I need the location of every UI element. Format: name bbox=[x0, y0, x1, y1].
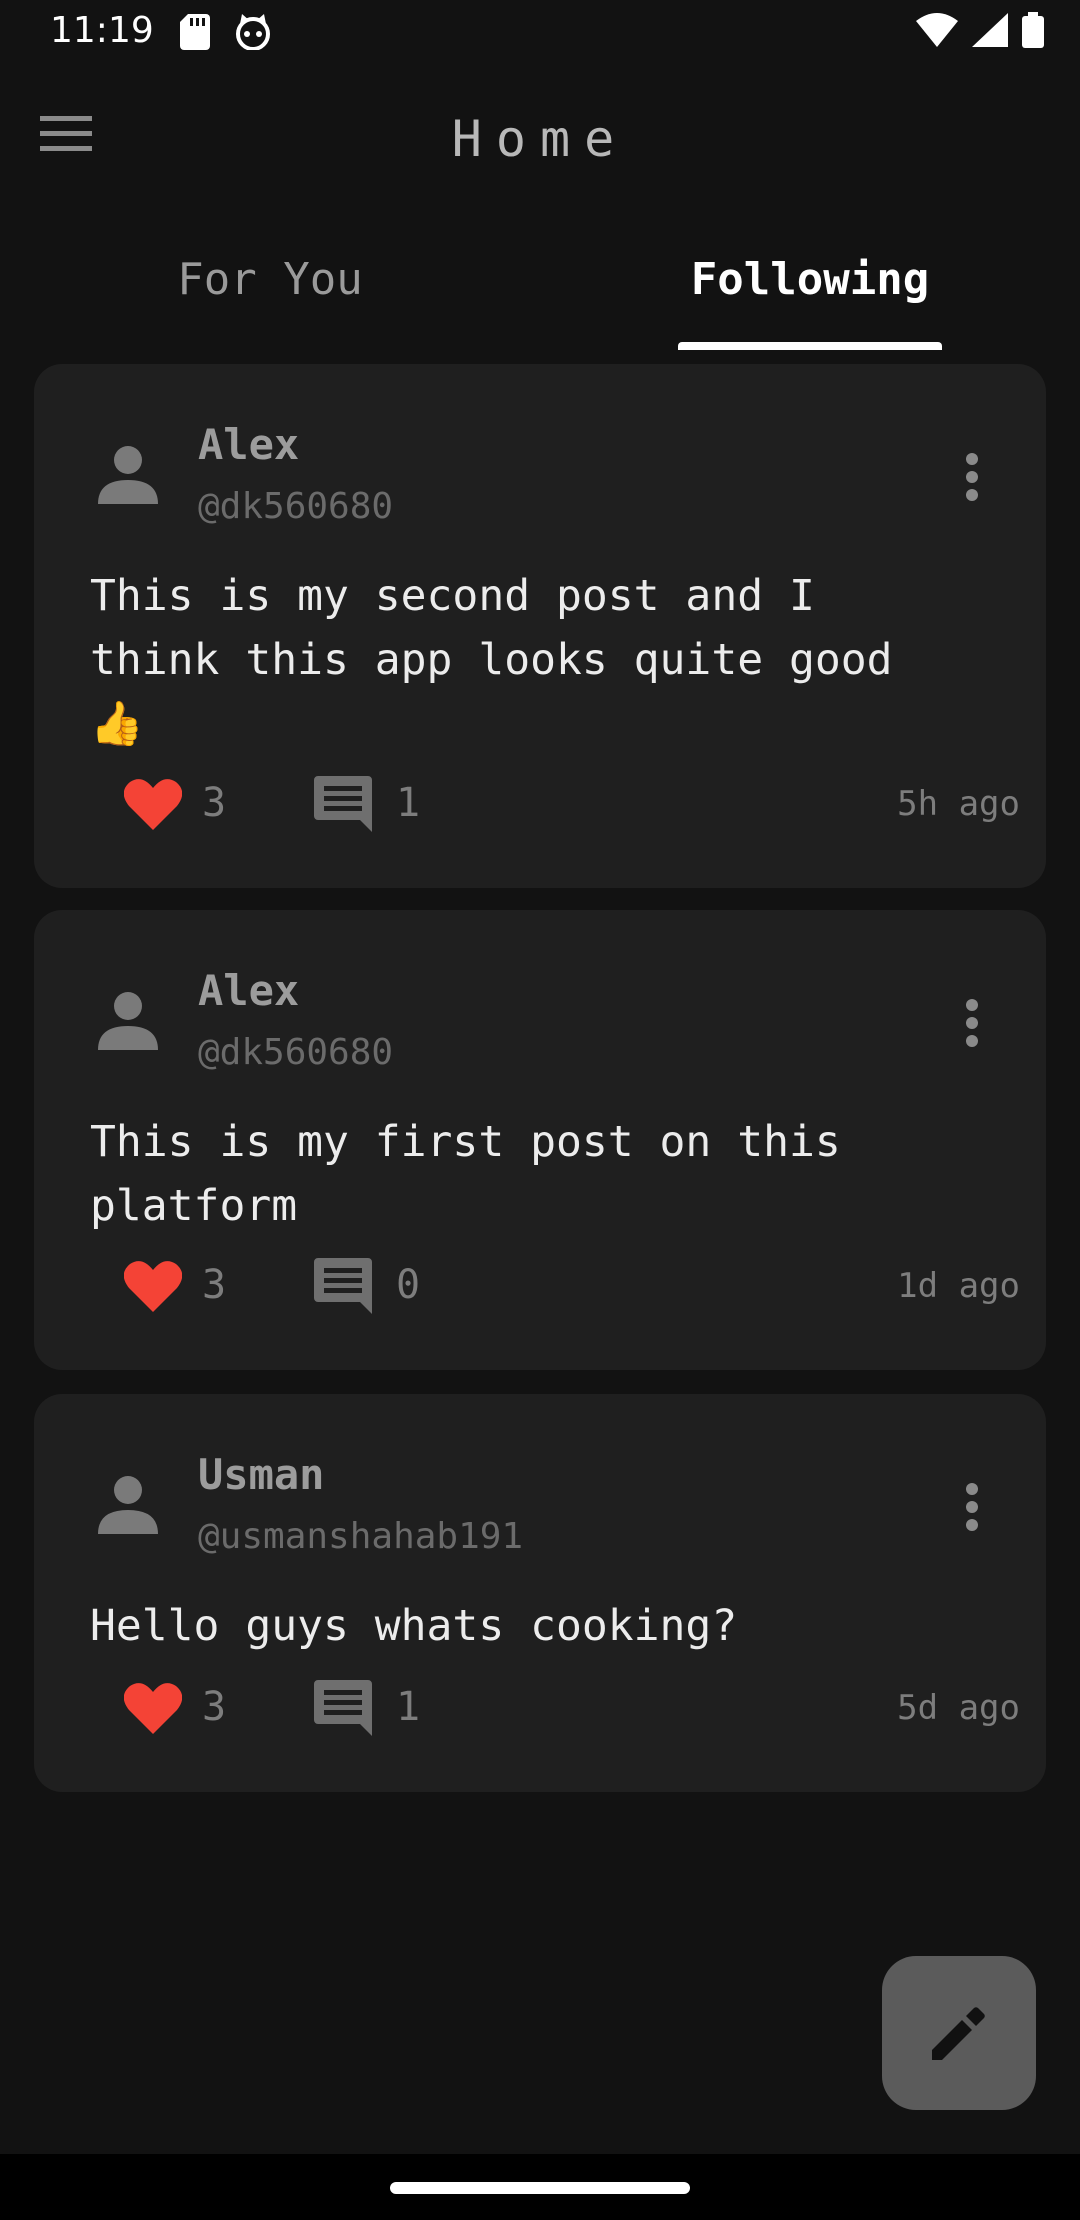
post-card[interactable]: Usman @usmanshahab191 Hello guys whats c… bbox=[34, 1394, 1046, 1792]
comment-icon[interactable] bbox=[314, 1678, 372, 1736]
author-name[interactable]: Alex bbox=[198, 420, 299, 469]
compose-post-button[interactable] bbox=[882, 1956, 1036, 2110]
more-vert-icon bbox=[962, 1483, 982, 1536]
post-text: Hello guys whats cooking? bbox=[90, 1601, 738, 1651]
more-options-button[interactable] bbox=[962, 452, 982, 502]
post-time: 5h ago bbox=[897, 784, 1020, 824]
heart-icon[interactable] bbox=[123, 1682, 183, 1734]
avatar-icon bbox=[96, 442, 160, 506]
pencil-icon bbox=[932, 2007, 985, 2060]
wifi-icon bbox=[916, 13, 958, 51]
tab-indicator bbox=[678, 342, 942, 350]
author-handle: @usmanshahab191 bbox=[198, 1516, 524, 1557]
post-card[interactable]: Alex @dk560680 This is my second post an… bbox=[34, 364, 1046, 888]
author-name[interactable]: Usman bbox=[198, 1450, 324, 1499]
battery-icon bbox=[1022, 12, 1044, 52]
more-options-button[interactable] bbox=[962, 998, 982, 1048]
page-title: Home bbox=[451, 110, 629, 168]
screen: 11:19 Home For You Following Alex @dk560… bbox=[0, 0, 1080, 2220]
cat-face-icon bbox=[234, 14, 272, 54]
tab-bar: For You Following bbox=[0, 232, 1080, 352]
post-actions: 3 1 5h ago bbox=[90, 768, 1020, 838]
signal-icon bbox=[972, 13, 1008, 51]
comment-icon[interactable] bbox=[314, 1256, 372, 1314]
comment-count: 1 bbox=[396, 1684, 421, 1730]
app-bar: Home bbox=[0, 66, 1080, 216]
comment-count: 1 bbox=[396, 780, 421, 826]
status-bar: 11:19 bbox=[0, 0, 1080, 66]
author-handle: @dk560680 bbox=[198, 1032, 394, 1073]
sd-card-icon bbox=[180, 14, 210, 54]
post-actions: 3 1 5d ago bbox=[90, 1672, 1020, 1742]
status-time: 11:19 bbox=[50, 10, 154, 51]
system-nav-bar bbox=[0, 2154, 1080, 2220]
comment-count: 0 bbox=[396, 1262, 421, 1308]
post-card[interactable]: Alex @dk560680 This is my first post on … bbox=[34, 910, 1046, 1370]
more-vert-icon bbox=[962, 999, 982, 1052]
heart-icon[interactable] bbox=[123, 1260, 183, 1312]
status-icons bbox=[916, 12, 1044, 52]
post-text: This is my first post on this platform bbox=[90, 1117, 841, 1231]
avatar-icon bbox=[96, 988, 160, 1052]
home-indicator[interactable] bbox=[390, 2182, 690, 2194]
like-count: 3 bbox=[202, 1684, 227, 1730]
more-options-button[interactable] bbox=[962, 1482, 982, 1532]
author-handle: @dk560680 bbox=[198, 486, 394, 527]
post-time: 1d ago bbox=[897, 1266, 1020, 1306]
comment-icon[interactable] bbox=[314, 774, 372, 832]
author-name[interactable]: Alex bbox=[198, 966, 299, 1015]
tab-following[interactable]: Following bbox=[540, 254, 1080, 334]
post-time: 5d ago bbox=[897, 1688, 1020, 1728]
like-count: 3 bbox=[202, 780, 227, 826]
tab-for-you[interactable]: For You bbox=[0, 254, 540, 334]
heart-icon[interactable] bbox=[123, 778, 183, 830]
avatar-icon bbox=[96, 1472, 160, 1536]
more-vert-icon bbox=[962, 453, 982, 506]
post-actions: 3 0 1d ago bbox=[90, 1250, 1020, 1320]
like-count: 3 bbox=[202, 1262, 227, 1308]
post-text: This is my second post and I think this … bbox=[90, 571, 893, 749]
